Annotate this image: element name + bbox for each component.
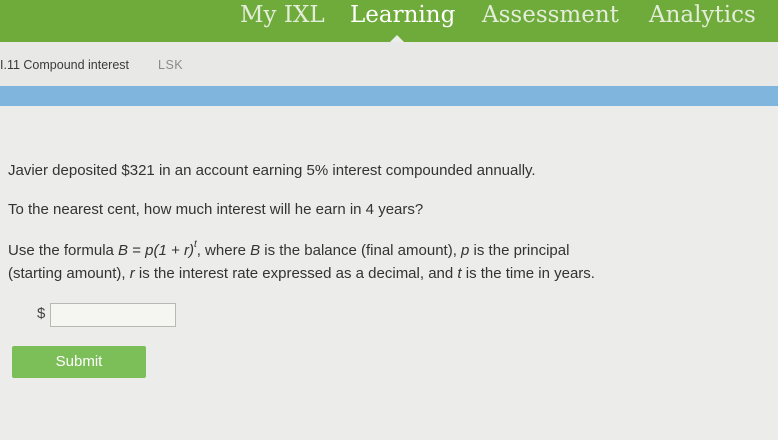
answer-input[interactable] [50,303,176,327]
desc-r: is the interest rate expressed as a deci… [134,265,458,282]
formula-rhs: p(1 + r) [145,242,194,259]
desc-b: is the balance (final amount), [260,242,462,259]
currency-symbol: $ [37,305,46,322]
desc-p: is the principal [469,242,570,259]
progress-band [0,86,778,106]
formula-lhs: B [118,242,129,259]
top-navigation: My IXL Learning Assessment Analytics [0,0,778,43]
nav-analytics[interactable]: Analytics [649,2,756,28]
formula-equals: = [128,242,146,259]
nav-assessment[interactable]: Assessment [482,2,619,28]
formula-where: , where [196,242,251,259]
submit-button[interactable]: Submit [12,346,146,378]
line4-start: (starting amount), [8,265,130,282]
nav-my-ixl[interactable]: My IXL [240,2,325,28]
nav-learning[interactable]: Learning [350,2,455,28]
skill-title: I.11 Compound interest [0,58,130,72]
question-prompt: To the nearest cent, how much interest w… [8,201,424,218]
skill-id: LSK [158,58,184,72]
desc-t: is the time in years. [461,265,595,282]
formula-prefix: Use the formula [8,242,119,259]
formula-instruction-cont: (starting amount), r is the interest rat… [8,263,595,285]
formula-exponent: t [193,239,197,250]
formula-instruction: Use the formula B = p(1 + r)t, where B i… [8,239,570,264]
var-b: B [250,242,261,259]
question-text: Javier deposited $321 in an account earn… [8,162,536,179]
